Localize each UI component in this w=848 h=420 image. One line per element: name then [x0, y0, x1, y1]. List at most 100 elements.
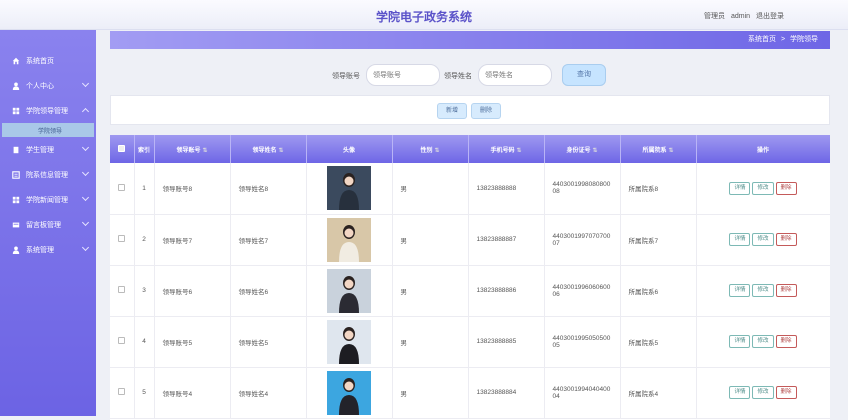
sort-icon: ⇅: [434, 147, 440, 154]
row-checkbox[interactable]: [118, 337, 126, 344]
select-all-checkbox[interactable]: [118, 144, 126, 152]
row-index: 3: [134, 265, 155, 317]
row-dept: 所属院系8: [620, 163, 697, 215]
delete-button[interactable]: 删除: [775, 386, 797, 399]
sidebar-item-label: 学院领导管理: [26, 107, 68, 115]
sidebar-item-news[interactable]: 学院新闻管理: [0, 187, 96, 212]
header-index: 索引: [134, 135, 155, 163]
row-index: 5: [134, 367, 155, 419]
header-gender[interactable]: 性别 ⇅: [392, 135, 469, 163]
add-button[interactable]: 新增: [437, 103, 467, 119]
table-row[interactable]: 4 领导账号5 领导姓名5 男 13823888885 44030019950505000…: [110, 316, 830, 368]
sidebar-item-home[interactable]: 系统首页: [0, 48, 96, 73]
batch-delete-button[interactable]: 删除: [471, 103, 501, 119]
header-dept[interactable]: 所属院系 ⇅: [620, 135, 697, 163]
table-row[interactable]: 1 领导账号8 领导姓名8 男 13823888888 44030019980808000…: [110, 163, 830, 215]
edit-button[interactable]: 修改: [752, 233, 774, 246]
row-ops: 详情 修改 删除: [696, 163, 830, 215]
row-checkbox[interactable]: [118, 286, 126, 293]
delete-button[interactable]: 删除: [775, 335, 797, 348]
sidebar-item-profile[interactable]: 个人中心: [0, 73, 96, 98]
row-checkbox[interactable]: [118, 388, 126, 395]
row-checkbox[interactable]: [118, 183, 126, 191]
sidebar-item-messageboard[interactable]: 留言板管理: [0, 212, 96, 237]
detail-button[interactable]: 详情: [729, 181, 751, 195]
delete-button[interactable]: 删除: [775, 181, 797, 195]
chevron-down-icon: [81, 168, 90, 177]
header-account[interactable]: 领导账号 ⇅: [154, 135, 231, 163]
sidebar-item-leaders[interactable]: 学院领导管理: [0, 98, 96, 123]
breadcrumb: 系统首页 > 学院领导: [110, 31, 830, 49]
card-icon: [12, 222, 20, 227]
row-select-cell: [110, 265, 135, 317]
header-ops: 操作: [696, 135, 830, 163]
row-dept: 所属院系4: [620, 367, 697, 419]
chevron-down-icon: [81, 143, 90, 152]
row-phone: 13823888888: [468, 163, 545, 215]
logout-link[interactable]: 退出登录: [756, 13, 784, 20]
row-account: 领导账号8: [154, 163, 231, 215]
row-gender: 男: [392, 367, 469, 419]
edit-button[interactable]: 修改: [752, 386, 774, 399]
table-row[interactable]: 5 领导账号4 领导姓名4 男 13823888884 44030019940404000…: [110, 367, 830, 419]
avatar: [327, 166, 371, 211]
user-icon: [12, 82, 20, 90]
row-dept: 所属院系6: [620, 265, 697, 317]
sidebar-item-label: 学院新闻管理: [26, 196, 68, 204]
row-idcard: 440300199606060006: [544, 265, 621, 317]
sidebar-item-students[interactable]: 学生管理: [0, 137, 96, 162]
row-phone: 13823888884: [468, 367, 545, 419]
search-button[interactable]: 查询: [562, 64, 606, 86]
list-icon: [12, 170, 20, 179]
detail-button[interactable]: 详情: [729, 335, 751, 348]
sidebar-item-departments[interactable]: 院系信息管理: [0, 162, 96, 187]
row-idcard: 440300199808080008: [544, 163, 621, 215]
row-avatar-cell: [306, 163, 393, 215]
sidebar-item-label: 留言板管理: [26, 221, 61, 229]
edit-button[interactable]: 修改: [752, 284, 774, 297]
grid-icon: [12, 196, 20, 203]
row-gender: 男: [392, 265, 469, 317]
sidebar-item-label: 院系信息管理: [26, 171, 68, 179]
row-select-cell: [110, 163, 135, 215]
row-ops: 详情 修改 删除: [696, 316, 830, 368]
row-checkbox[interactable]: [118, 235, 126, 242]
account-input[interactable]: [366, 64, 440, 86]
sort-icon: ⇅: [278, 147, 284, 154]
home-icon: [12, 57, 20, 64]
row-name: 领导姓名8: [230, 163, 307, 215]
detail-button[interactable]: 详情: [729, 386, 751, 399]
username-label: admin: [730, 13, 751, 20]
edit-button[interactable]: 修改: [752, 181, 774, 195]
row-gender: 男: [392, 316, 469, 368]
table-row[interactable]: 2 领导账号7 领导姓名7 男 13823888887 44030019970707000…: [110, 214, 830, 266]
header-phone[interactable]: 手机号码 ⇅: [468, 135, 545, 163]
breadcrumb-home[interactable]: 系统首页: [748, 36, 776, 43]
grid-icon: [12, 107, 20, 114]
header-idcard[interactable]: 身份证号 ⇅: [544, 135, 621, 163]
row-select-cell: [110, 214, 135, 266]
delete-button[interactable]: 删除: [775, 233, 797, 246]
avatar: [327, 268, 371, 313]
name-input[interactable]: [478, 64, 552, 86]
sidebar-item-label: 系统管理: [26, 246, 54, 254]
delete-button[interactable]: 删除: [775, 284, 797, 297]
sort-icon: ⇅: [516, 147, 522, 154]
detail-button[interactable]: 详情: [729, 284, 751, 297]
edit-button[interactable]: 修改: [752, 335, 774, 348]
row-select-cell: [110, 316, 135, 368]
sort-icon: ⇅: [668, 147, 674, 154]
row-account: 领导账号7: [154, 214, 231, 266]
chevron-down-icon: [81, 193, 90, 202]
detail-button[interactable]: 详情: [729, 233, 751, 246]
row-ops: 详情 修改 删除: [696, 367, 830, 419]
row-index: 4: [134, 316, 155, 368]
row-idcard: 440300199404040004: [544, 367, 621, 419]
table-row[interactable]: 3 领导账号6 领导姓名6 男 13823888886 44030019960606000…: [110, 265, 830, 317]
sidebar-item-system[interactable]: 系统管理: [0, 237, 96, 262]
name-label: 领导姓名: [444, 73, 472, 80]
sidebar-subitem-leaders[interactable]: 学院领导: [2, 123, 94, 137]
chevron-down-icon: [81, 79, 90, 88]
row-gender: 男: [392, 214, 469, 266]
header-name[interactable]: 领导姓名 ⇅: [230, 135, 307, 163]
